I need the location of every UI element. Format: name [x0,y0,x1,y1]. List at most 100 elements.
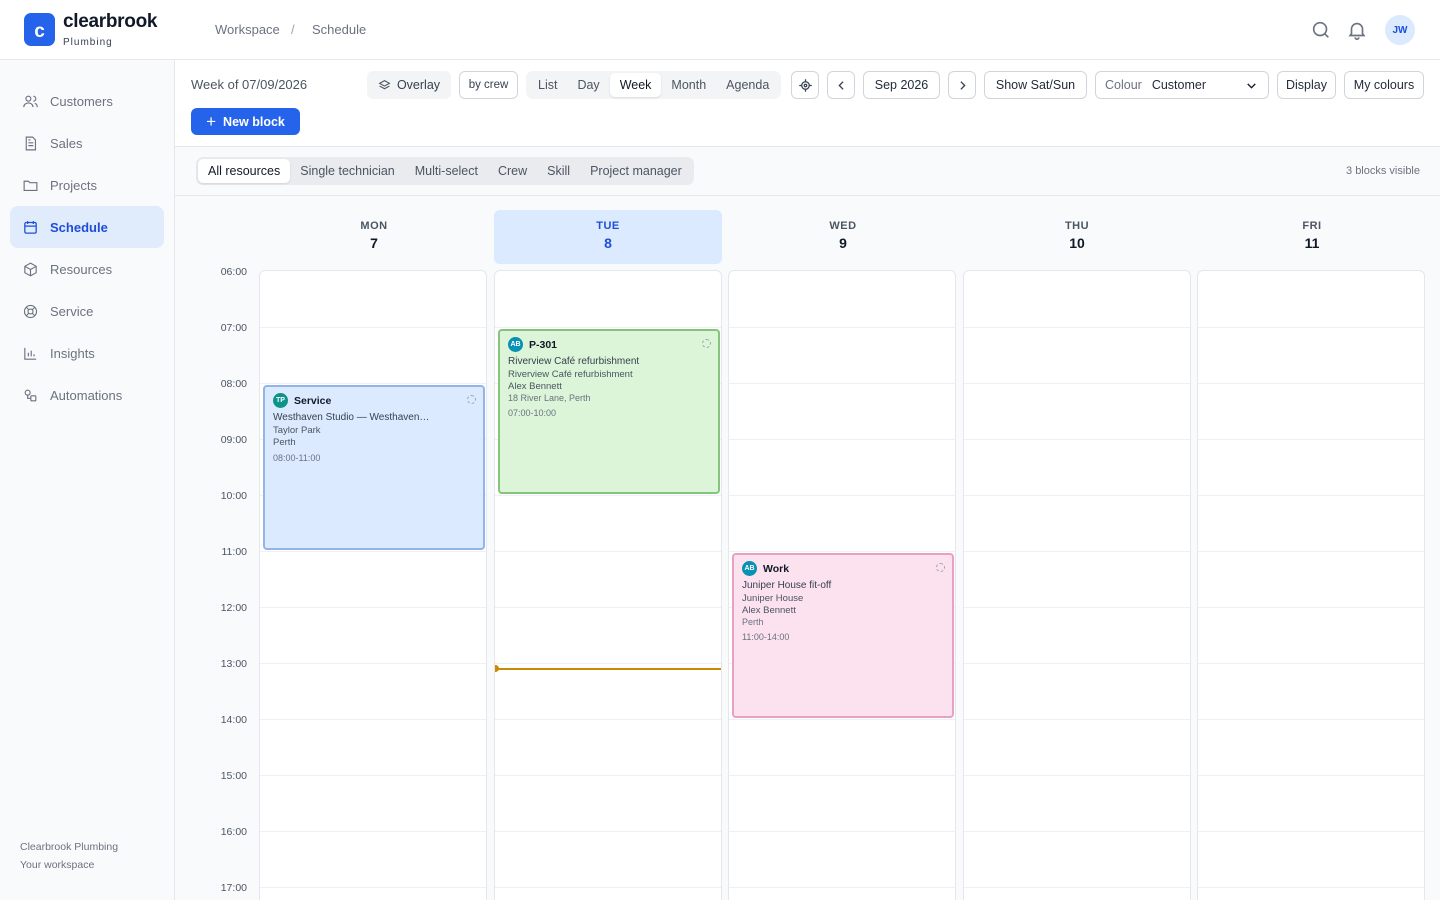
hour-gridline [260,775,486,776]
day-column-fri[interactable] [1197,270,1425,900]
hour-gridline [729,495,955,496]
schedule-block[interactable]: AB P-301 Riverview Café refurbishment River… [498,329,720,494]
time-label: 06:00 [220,266,247,278]
breadcrumb-schedule: Schedule [312,22,367,37]
time-label: 10:00 [220,490,247,502]
schedule-toolbar: Week of 07/09/2026 Overlay by crew List … [175,60,1440,147]
hour-gridline [964,887,1190,888]
day-column-thu[interactable] [963,270,1191,900]
sidebar-item-sales[interactable]: Sales [10,122,164,164]
breadcrumb-separator: / [291,22,295,37]
hour-gridline [495,775,721,776]
day-name: TUE [596,220,620,232]
view-list[interactable]: List [528,73,567,97]
hour-gridline [260,383,486,384]
crosshair-icon [798,78,812,92]
chevron-down-icon [1247,82,1256,89]
assignee-badge: AB [508,337,523,352]
hour-gridline [260,327,486,328]
filter-skill[interactable]: Skill [537,159,580,183]
period-button[interactable]: Sep 2026 [863,71,940,99]
sidebar-item-service[interactable]: Service [10,290,164,332]
time-label: 17:00 [220,882,247,894]
day-header-tue: TUE 8 [494,210,722,264]
sidebar-item-insights[interactable]: Insights [10,332,164,374]
status-spinner-icon [702,339,711,348]
filter-all-resources[interactable]: All resources [198,159,291,183]
sidebar-item-projects[interactable]: Projects [10,164,164,206]
hour-gridline [495,327,721,328]
blocks-visible-count: 3 blocks visible [1346,165,1420,177]
folder-icon [23,180,38,191]
schedule-block[interactable]: AB Work Juniper House fit-off Juniper House… [732,553,954,718]
day-column-wed[interactable]: AB Work Juniper House fit-off Juniper House… [728,270,956,900]
current-time-line [495,667,721,670]
hour-gridline [495,831,721,832]
hour-gridline [1198,439,1424,440]
sidebar-item-label: Projects [50,177,97,193]
day-header-thu: THU 10 [963,210,1191,264]
hour-gridline [964,439,1190,440]
time-label: 09:00 [220,434,247,446]
sidebar-item-customers[interactable]: Customers [10,80,164,122]
next-button[interactable] [948,71,976,99]
show-weekend-button[interactable]: Show Sat/Sun [984,71,1087,99]
by-crew-button[interactable]: by crew [459,71,518,99]
bell-icon[interactable] [1346,19,1368,41]
schedule-block[interactable]: TP Service Westhaven Studio — Westhaven… Ta… [263,385,485,550]
hour-gridline [729,327,955,328]
hour-gridline [260,551,486,552]
day-number: 11 [1304,235,1320,251]
filter-project-manager[interactable]: Project manager [580,159,692,183]
block-title: Riverview Café refurbishment [508,356,640,367]
assignee-badge: TP [273,393,288,408]
day-number: 8 [604,235,612,251]
block-title: Westhaven Studio — Westhaven… [273,412,430,423]
hour-gridline [260,831,486,832]
breadcrumb-workspace[interactable]: Workspace [215,22,280,37]
hour-gridline [260,607,486,608]
filter-single-technician[interactable]: Single technician [290,159,405,183]
view-agenda[interactable]: Agenda [716,73,779,97]
bar-chart-icon [24,347,37,360]
sidebar-item-schedule[interactable]: Schedule [10,206,164,248]
hour-gridline [260,719,486,720]
locate-button[interactable] [791,71,819,99]
filter-multi-select[interactable]: Multi-select [405,159,488,183]
time-label: 12:00 [220,602,247,614]
day-column-tue[interactable]: AB P-301 Riverview Café refurbishment River… [494,270,722,900]
filter-crew[interactable]: Crew [488,159,537,183]
block-time: 08:00-11:00 [273,453,321,463]
colour-select-label: Colour [1105,78,1142,92]
day-number: 9 [839,235,847,251]
overlay-button[interactable]: Overlay [367,71,451,99]
display-button[interactable]: Display [1277,71,1336,99]
my-colours-button[interactable]: My colours [1344,71,1424,99]
hour-gridline [729,383,955,384]
block-subtitle: Taylor Park [273,425,321,436]
hour-gridline [1198,775,1424,776]
hour-gridline [495,887,721,888]
week-label: Week of 07/09/2026 [191,77,308,92]
search-icon[interactable] [1310,19,1332,41]
view-day[interactable]: Day [567,73,609,97]
sidebar-item-resources[interactable]: Resources [10,248,164,290]
workspace-note: Your workspace [20,859,95,871]
new-block-button[interactable]: + New block [191,108,300,135]
view-month[interactable]: Month [661,73,716,97]
lifebuoy-icon [23,304,38,318]
sidebar-item-automations[interactable]: Automations [10,374,164,416]
previous-button[interactable] [827,71,855,99]
hour-gridline [1198,887,1424,888]
colour-select[interactable]: Colour Customer [1095,71,1269,99]
logo-mark[interactable]: c [24,13,55,46]
sidebar-item-label: Service [50,303,94,319]
day-header-fri: FRI 11 [1198,210,1426,264]
view-week[interactable]: Week [609,73,662,97]
day-column-mon[interactable]: TP Service Westhaven Studio — Westhaven… Ta… [259,270,487,900]
block-person: Perth [273,437,296,448]
day-name: WED [829,220,857,232]
hour-gridline [1198,607,1424,608]
user-avatar[interactable]: JW [1385,15,1415,45]
chevron-left-icon [837,80,844,90]
